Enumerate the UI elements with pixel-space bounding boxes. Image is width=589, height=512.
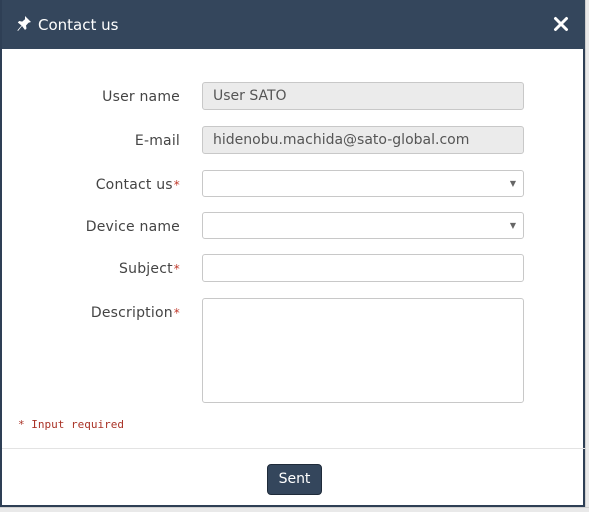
required-mark: * xyxy=(173,178,180,192)
device-name-label: Device name xyxy=(85,219,180,235)
pushpin-icon xyxy=(17,16,31,31)
sent-button[interactable]: Sent xyxy=(267,464,322,495)
description-label: Description* xyxy=(91,304,180,322)
email-field: hidenobu.machida@sato-global.com xyxy=(202,126,524,154)
required-note: * Input required xyxy=(18,418,124,431)
description-label-text: Description xyxy=(90,305,173,321)
subject-input[interactable] xyxy=(202,254,524,282)
user-name-field: User SATO xyxy=(202,82,524,110)
window-frame-right xyxy=(585,0,589,511)
contact-us-select[interactable]: ▼ xyxy=(202,170,524,197)
description-textarea[interactable] xyxy=(202,298,524,403)
dialog-header: Contact us xyxy=(2,0,587,49)
contact-dialog: Contact us User name User SATO E-mail hi… xyxy=(0,0,587,507)
subject-label-text: Subject xyxy=(119,261,173,277)
dropdown-arrow-icon: ▼ xyxy=(509,221,516,230)
device-name-select[interactable]: ▼ xyxy=(202,212,524,239)
required-mark: * xyxy=(173,306,180,320)
close-icon[interactable] xyxy=(553,16,569,32)
contact-us-label-text: Contact us xyxy=(95,177,173,193)
dialog-title: Contact us xyxy=(38,16,119,34)
user-name-label: User name xyxy=(102,89,180,105)
window-frame-bottom xyxy=(0,507,589,512)
contact-us-label: Contact us* xyxy=(96,176,180,194)
dropdown-arrow-icon: ▼ xyxy=(509,179,516,188)
footer-divider xyxy=(2,448,587,449)
subject-label: Subject* xyxy=(119,260,180,278)
email-label: E-mail xyxy=(134,133,180,149)
required-mark: * xyxy=(173,262,180,276)
